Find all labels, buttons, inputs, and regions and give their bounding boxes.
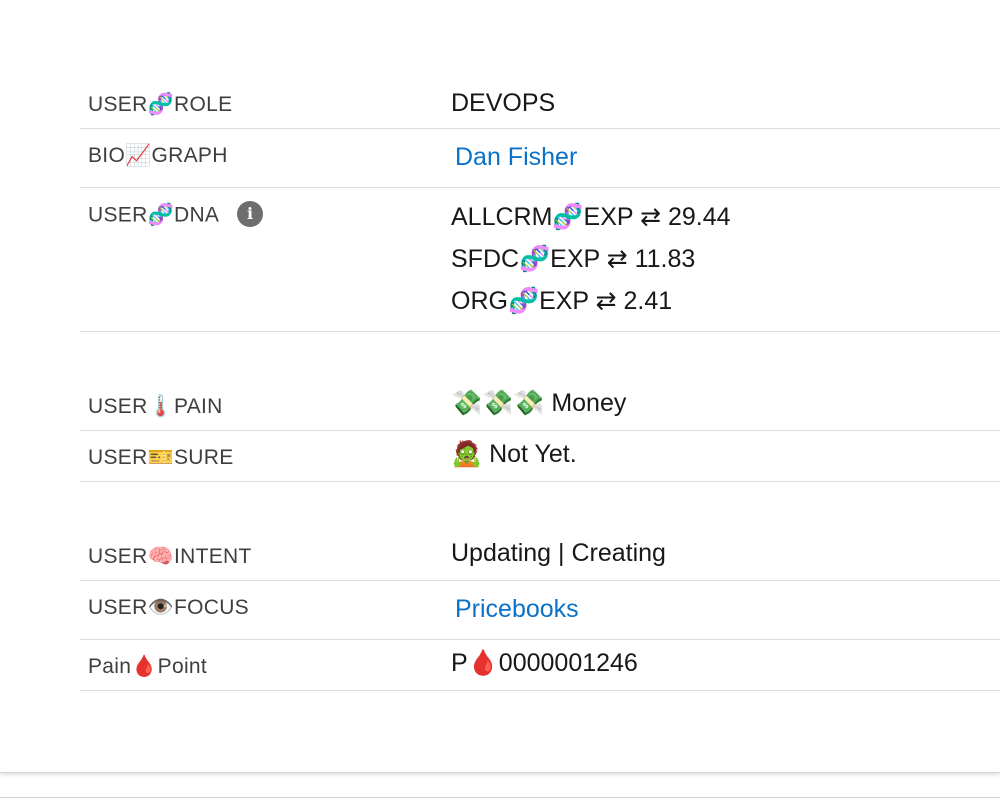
dna-value-line: ORG🧬EXP ⇄ 2.41 (451, 287, 673, 315)
field-row-user-focus: USER👁️FOCUS Pricebooks (80, 581, 1000, 640)
pricebooks-link[interactable]: Pricebooks (455, 595, 579, 623)
info-icon[interactable]: i (237, 201, 264, 227)
field-label-user-sure: USER🎫SURE (88, 446, 234, 469)
bottom-divider (0, 797, 1000, 798)
field-label-user-role: USER🧬ROLE (88, 93, 233, 116)
record-detail-panel: USER🧬ROLE DEVOPS BIO📈GRAPH Dan Fisher US… (0, 0, 1000, 773)
field-row-user-intent: USER🧠INTENT Updating | Creating (80, 530, 1000, 581)
dna-value-line: ALLCRM🧬EXP ⇄ 29.44 (451, 203, 731, 231)
field-value-user-intent: Updating | Creating (451, 539, 666, 567)
field-value-pain-point: P🩸0000001246 (451, 649, 638, 677)
dna-value-line: SFDC🧬EXP ⇄ 11.83 (451, 245, 696, 273)
field-label-user-focus: USER👁️FOCUS (88, 596, 249, 619)
field-value-user-focus: Pricebooks (451, 595, 579, 624)
field-label-user-intent: USER🧠INTENT (88, 545, 252, 568)
field-row-user-dna: USER🧬DNA i ALLCRM🧬EXP ⇄ 29.44 SFDC🧬EXP ⇄ … (80, 188, 1000, 332)
field-value-user-sure: 🧟 Not Yet. (451, 440, 577, 468)
biograph-user-link[interactable]: Dan Fisher (455, 143, 577, 171)
field-value-user-pain: 💸💸💸 Money (451, 389, 627, 417)
field-label-user-dna-wrap: USER🧬DNA i (88, 201, 264, 229)
field-row-user-role: USER🧬ROLE DEVOPS (80, 78, 1000, 129)
field-row-user-sure: USER🎫SURE 🧟 Not Yet. (80, 431, 1000, 482)
field-label-pain-point: Pain🩸Point (88, 655, 208, 678)
field-label-user-dna: USER🧬DNA (88, 203, 220, 227)
field-row-user-pain: USER🌡️PAIN 💸💸💸 Money (80, 380, 1000, 431)
field-value-biograph: Dan Fisher (451, 143, 577, 172)
field-value-user-dna: ALLCRM🧬EXP ⇄ 29.44 SFDC🧬EXP ⇄ 11.83 ORG🧬… (451, 196, 731, 322)
section-user-intent: USER🧠INTENT Updating | Creating USER👁️FO… (80, 530, 1000, 691)
field-value-user-role: DEVOPS (451, 89, 556, 117)
field-label-biograph: BIO📈GRAPH (88, 144, 228, 167)
field-row-biograph: BIO📈GRAPH Dan Fisher (80, 129, 1000, 188)
section-user-pain: USER🌡️PAIN 💸💸💸 Money USER🎫SURE 🧟 Not Yet… (80, 380, 1000, 482)
section-user-profile: USER🧬ROLE DEVOPS BIO📈GRAPH Dan Fisher US… (80, 78, 1000, 332)
field-label-user-pain: USER🌡️PAIN (88, 395, 223, 418)
field-row-pain-point: Pain🩸Point P🩸0000001246 (80, 640, 1000, 691)
